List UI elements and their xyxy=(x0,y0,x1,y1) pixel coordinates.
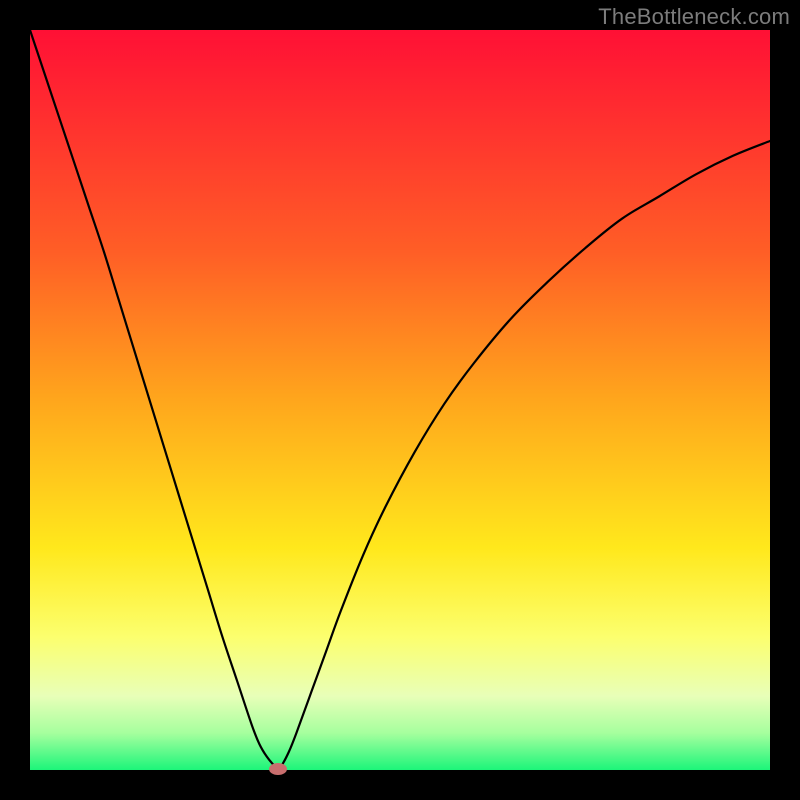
optimal-point-marker xyxy=(269,763,287,775)
watermark-text: TheBottleneck.com xyxy=(598,4,790,30)
chart-frame: TheBottleneck.com xyxy=(0,0,800,800)
plot-area xyxy=(30,30,770,770)
bottleneck-curve xyxy=(30,30,770,770)
